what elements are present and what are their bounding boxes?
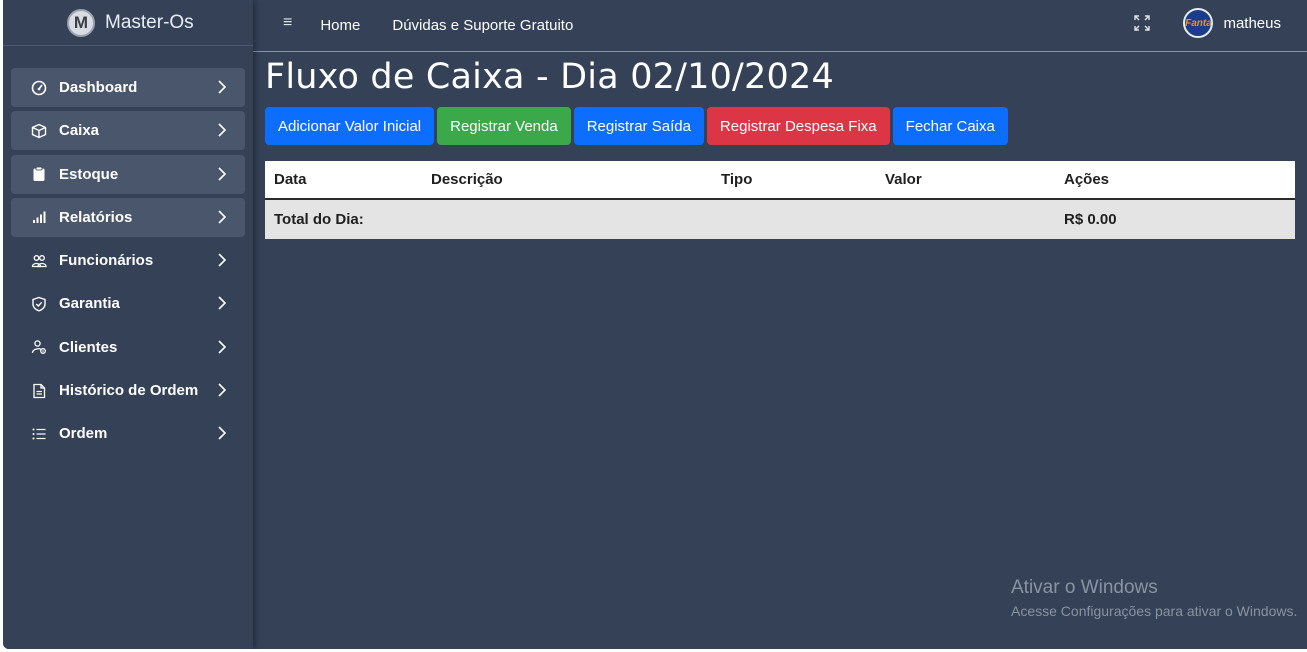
- app-window: M Master-Os Dashboard Caixa Estoque Rela…: [3, 0, 1307, 649]
- brand[interactable]: M Master-Os: [3, 0, 253, 46]
- sidebar-item-label: Relatórios: [59, 208, 133, 226]
- column-header-data: Data: [274, 171, 307, 188]
- column-header-descricao: Descrição: [431, 171, 503, 188]
- sidebar-item-estoque[interactable]: Estoque: [11, 154, 245, 194]
- register-fixed-expense-button[interactable]: Registrar Despesa Fixa: [706, 107, 890, 145]
- total-label: Total do Dia:: [274, 211, 364, 228]
- shield-icon: [29, 294, 49, 314]
- watermark-subtitle: Acesse Configurações para ativar o Windo…: [1011, 603, 1298, 619]
- sidebar-item-clientes[interactable]: Clientes: [11, 328, 245, 367]
- hamburger-menu-icon[interactable]: ≡: [283, 14, 292, 32]
- total-value: R$ 0.00: [1064, 211, 1117, 228]
- clipboard-icon: [29, 164, 49, 184]
- sidebar-item-relatorios[interactable]: Relatórios: [11, 197, 245, 237]
- sidebar-item-label: Caixa: [59, 122, 100, 140]
- fullscreen-icon[interactable]: [1133, 14, 1151, 32]
- chevron-right-icon: [218, 167, 227, 181]
- sidebar-item-label: Estoque: [59, 165, 119, 183]
- add-initial-value-button[interactable]: Adicionar Valor Inicial: [265, 107, 435, 145]
- nav-link-suporte[interactable]: Dúvidas e Suporte Gratuito: [392, 17, 573, 34]
- windows-activation-watermark: Ativar o Windows Acesse Configurações pa…: [1011, 577, 1297, 619]
- avatar[interactable]: Fanta: [1183, 8, 1214, 38]
- brand-name: Master-Os: [105, 11, 194, 33]
- chevron-right-icon: [218, 80, 227, 94]
- bar-chart-icon: [29, 207, 49, 227]
- table-header-row: Data Descrição Tipo Valor Ações: [265, 161, 1295, 200]
- brand-logo: M: [67, 8, 95, 37]
- user-gear-icon: [29, 337, 49, 357]
- cash-flow-table: Data Descrição Tipo Valor Ações Total do…: [265, 161, 1295, 239]
- sidebar: M Master-Os Dashboard Caixa Estoque Rela…: [3, 0, 253, 649]
- table-total-row: Total do Dia: R$ 0.00: [265, 200, 1295, 239]
- chevron-right-icon: [218, 123, 227, 137]
- sidebar-item-ordem[interactable]: Ordem: [11, 414, 245, 453]
- box-icon: [29, 121, 49, 141]
- chevron-right-icon: [218, 383, 227, 397]
- avatar-logo-text: Fanta: [1185, 17, 1212, 29]
- gauge-icon: [29, 78, 49, 98]
- people-icon: [29, 251, 49, 271]
- nav-link-home[interactable]: Home: [320, 17, 360, 34]
- sidebar-item-label: Histórico de Ordem: [59, 382, 199, 400]
- register-exit-button[interactable]: Registrar Saída: [573, 107, 704, 145]
- top-navbar: ≡ Home Dúvidas e Suporte Gratuito Fanta …: [253, 0, 1307, 52]
- chevron-right-icon: [218, 253, 227, 267]
- sidebar-item-dashboard[interactable]: Dashboard: [11, 68, 245, 107]
- document-icon: [29, 381, 49, 401]
- chevron-right-icon: [218, 340, 227, 354]
- main-content: Fluxo de Caixa - Dia 02/10/2024 Adiciona…: [265, 53, 1307, 649]
- column-header-acoes: Ações: [1064, 171, 1110, 188]
- watermark-title: Ativar o Windows: [1011, 577, 1158, 598]
- sidebar-item-historico-ordem[interactable]: Histórico de Ordem: [11, 371, 245, 410]
- sidebar-item-label: Funcionários: [59, 252, 154, 270]
- username[interactable]: matheus: [1223, 15, 1281, 32]
- sidebar-item-label: Clientes: [59, 338, 118, 356]
- close-cash-button[interactable]: Fechar Caixa: [892, 107, 1008, 145]
- sidebar-menu: Dashboard Caixa Estoque Relatórios Funci…: [11, 68, 245, 458]
- column-header-tipo: Tipo: [721, 171, 753, 188]
- action-buttons: Adicionar Valor Inicial Registrar Venda …: [265, 107, 1307, 145]
- sidebar-item-funcionarios[interactable]: Funcionários: [11, 241, 245, 280]
- column-header-valor: Valor: [885, 171, 922, 188]
- list-icon: [29, 424, 49, 444]
- page-title: Fluxo de Caixa - Dia 02/10/2024: [265, 57, 834, 97]
- sidebar-item-garantia[interactable]: Garantia: [11, 284, 245, 323]
- sidebar-item-label: Dashboard: [59, 79, 138, 96]
- chevron-right-icon: [218, 210, 227, 224]
- chevron-right-icon: [218, 296, 227, 311]
- chevron-right-icon: [218, 426, 227, 440]
- register-sale-button[interactable]: Registrar Venda: [437, 107, 571, 145]
- sidebar-item-label: Garantia: [59, 295, 120, 313]
- topbar-right: Fanta matheus: [1133, 0, 1281, 46]
- sidebar-item-label: Ordem: [59, 425, 108, 443]
- sidebar-item-caixa[interactable]: Caixa: [11, 111, 245, 151]
